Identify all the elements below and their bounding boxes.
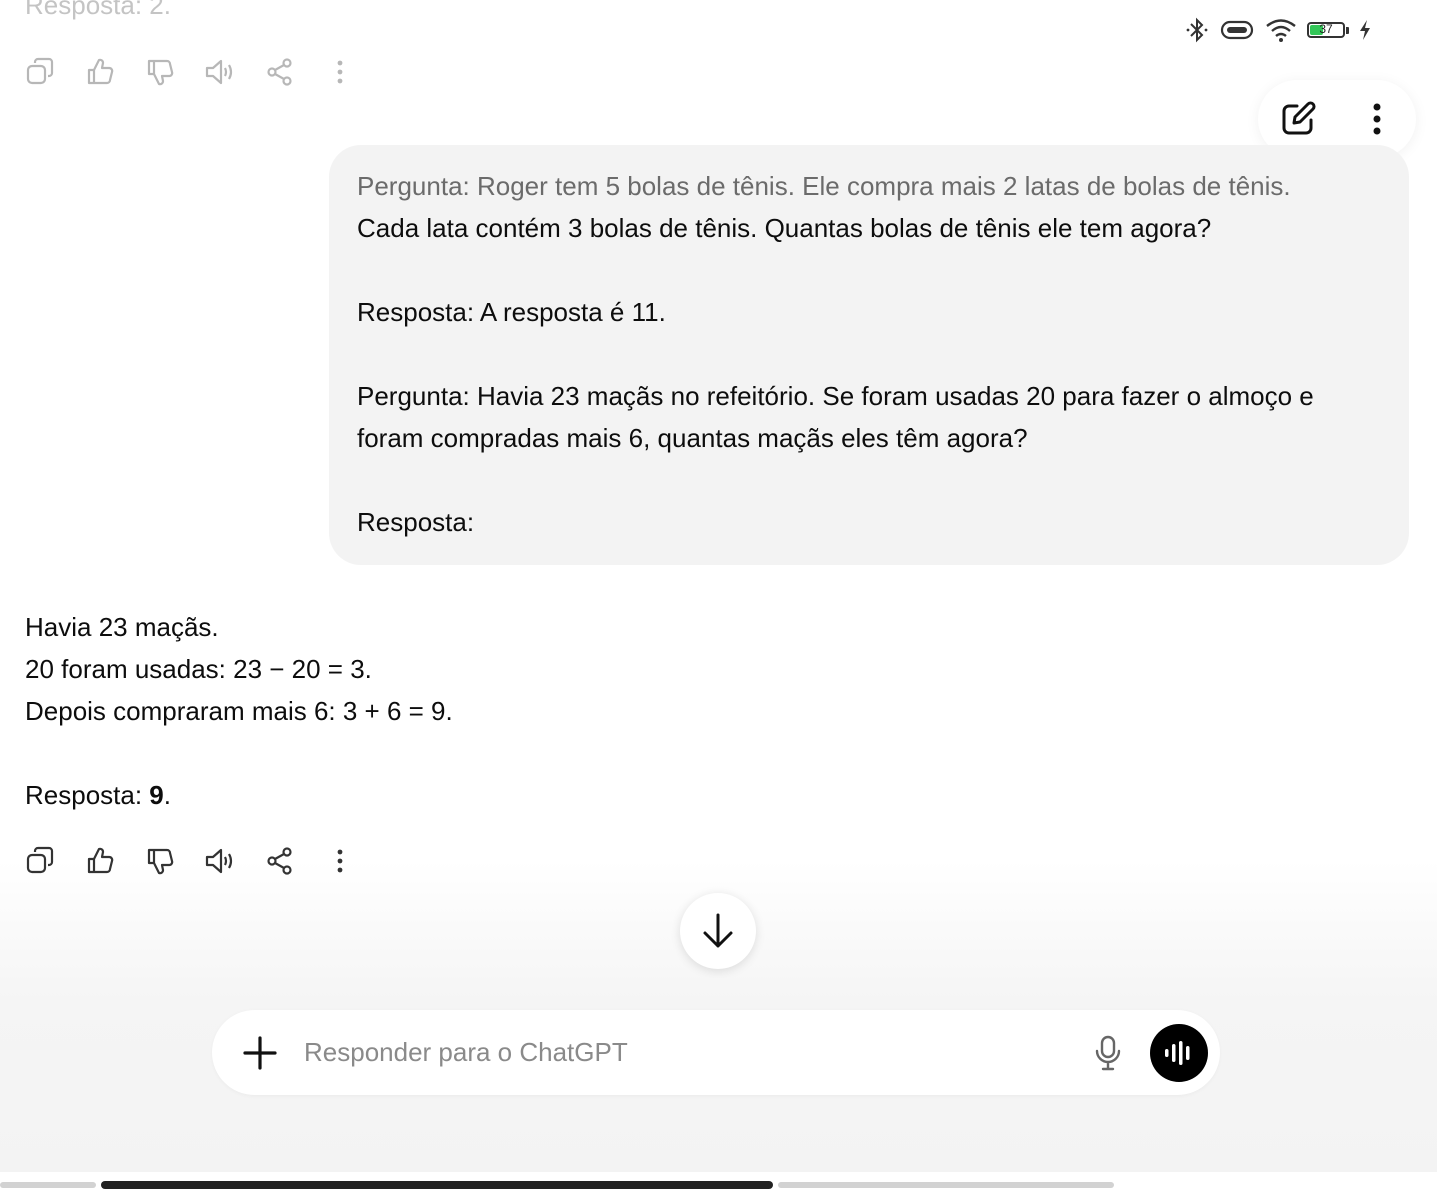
share-icon [267,847,292,875]
question-2: Pergunta: Havia 23 maçãs no refeitório. … [357,381,1321,453]
thumbs-down-button[interactable] [140,841,180,881]
answer-2: Resposta: [357,507,475,537]
thumbs-up-button[interactable] [80,841,120,881]
dictate-button[interactable] [1088,1033,1128,1073]
status-bar: 37 [1185,16,1371,44]
previous-message-text: Resposta: 2. [25,0,171,20]
copy-button[interactable] [20,52,60,92]
copy-icon [26,57,54,85]
bluetooth-icon [1186,17,1208,43]
assistant-message-actions [20,841,360,881]
assistant-message: Havia 23 maçãs. 20 foram usadas: 23 − 20… [25,606,453,816]
user-message-bubble: Pergunta: Roger tem 5 bolas de tênis. El… [329,145,1409,565]
read-aloud-button[interactable] [200,52,240,92]
assistant-line-3: Depois compraram mais 6: 3 + 6 = 9. [25,696,453,726]
copy-button[interactable] [20,841,60,881]
options-button[interactable] [1352,94,1402,144]
plus-icon [243,1035,277,1070]
answer-value: 9 [149,780,164,810]
share-button[interactable] [260,841,300,881]
share-button[interactable] [260,52,300,92]
assistant-line-2: 20 foram usadas: 23 − 20 = 3. [25,654,372,684]
more-options-button[interactable] [320,52,360,92]
answer-suffix: . [163,780,171,810]
arrow-down-icon [703,913,733,948]
more-icon [337,849,343,873]
more-icon [337,60,343,84]
battery-level: 37 [1319,22,1333,36]
more-vertical-icon [1373,103,1380,135]
message-composer: Responder para o ChatGPT [212,1010,1220,1095]
thumbs-down-button[interactable] [140,52,180,92]
vibrate-icon [1220,20,1254,40]
message-input[interactable]: Responder para o ChatGPT [304,1037,1088,1068]
more-options-button[interactable] [320,841,360,881]
share-icon [267,58,292,86]
new-chat-button[interactable] [1273,94,1323,144]
read-aloud-icon [205,59,233,85]
add-attachment-button[interactable] [240,1033,280,1073]
answer-prefix: Resposta: [25,780,150,810]
assistant-line-1: Havia 23 maçãs. [25,612,219,642]
thumbs-down-icon [147,59,174,86]
thumbs-up-icon [87,58,114,85]
question-1-line-1: Pergunta: Roger tem 5 bolas de tênis. El… [357,171,1291,201]
wifi-icon [1266,19,1296,42]
thumbs-up-icon [87,847,114,874]
read-aloud-button[interactable] [200,841,240,881]
previous-message-actions [20,52,360,92]
voice-waveform-icon [1165,1040,1190,1065]
answer-1: Resposta: A resposta é 11. [357,297,666,327]
read-aloud-icon [205,848,233,874]
voice-mode-button[interactable] [1150,1023,1208,1082]
microphone-icon [1095,1035,1121,1070]
battery-icon: 37 [1307,22,1349,38]
assistant-final-answer: Resposta: 9. [25,774,453,816]
copy-icon [26,846,54,874]
edit-icon [1282,101,1316,135]
scroll-to-bottom-button[interactable] [680,893,756,969]
charging-icon [1360,20,1370,40]
scroll-indicator-left [0,1182,96,1188]
question-1-line-2: Cada lata contém 3 bolas de tênis. Quant… [357,213,1212,243]
scroll-indicator-right [778,1182,1114,1188]
scroll-indicator-thumb[interactable] [101,1181,773,1189]
thumbs-down-icon [147,848,174,875]
thumbs-up-button[interactable] [80,52,120,92]
